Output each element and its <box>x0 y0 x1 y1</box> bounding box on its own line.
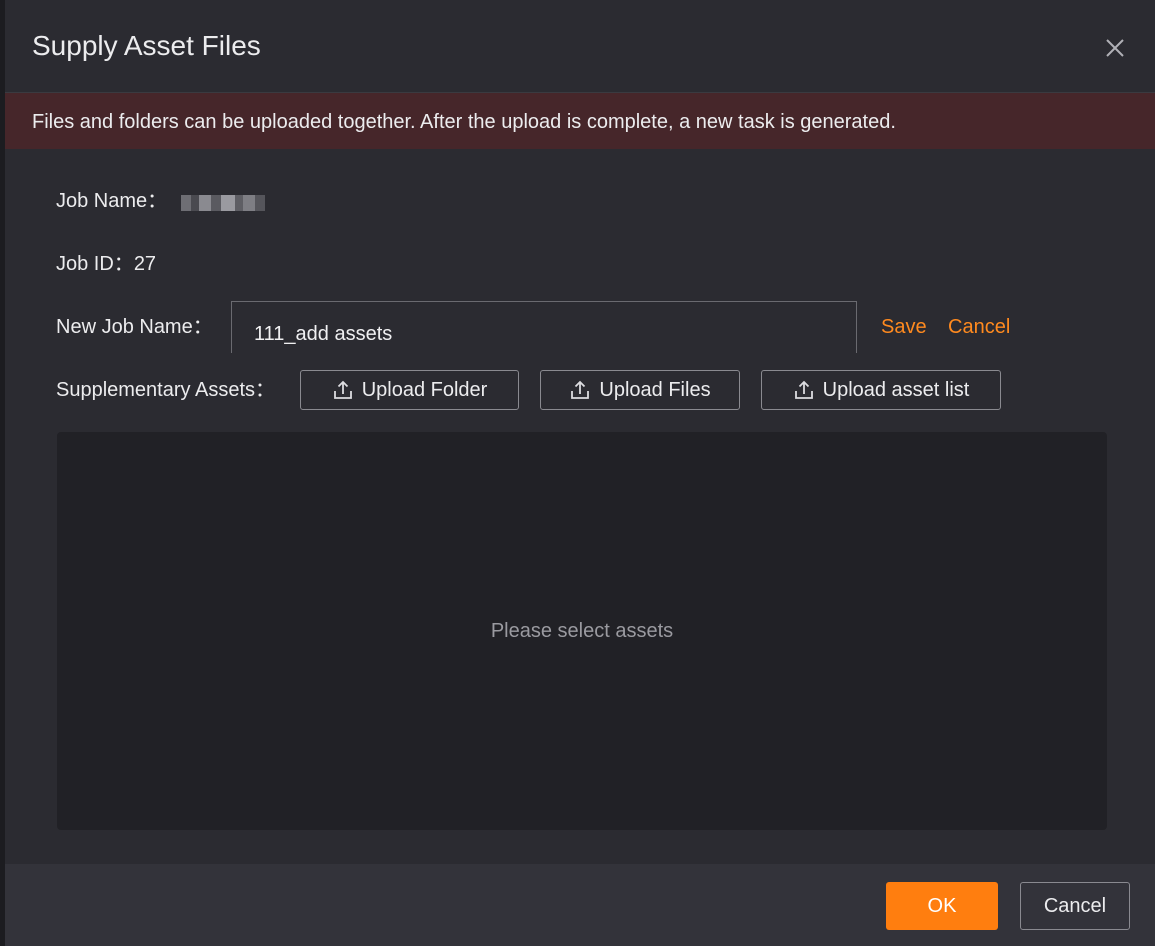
ok-button[interactable]: OK <box>886 882 998 930</box>
new-job-name-input[interactable] <box>232 302 856 353</box>
job-name-label: Job Name： <box>56 190 168 212</box>
job-id-value: 27 <box>133 253 157 275</box>
cancel-link[interactable]: Cancel <box>948 315 1010 339</box>
upload-folder-label: Upload Folder <box>361 378 488 401</box>
job-id-label-text: Job ID： <box>56 253 134 275</box>
upload-files-button[interactable]: Upload Files <box>540 370 740 410</box>
job-name-value-redacted <box>181 195 275 211</box>
upload-asset-list-button[interactable]: Upload asset list <box>761 370 1001 410</box>
upload-icon <box>571 380 590 399</box>
upload-icon <box>333 380 352 399</box>
close-icon[interactable] <box>1103 36 1127 60</box>
info-banner: Files and folders can be uploaded togeth… <box>5 93 1155 149</box>
asset-list-area: Please select assets <box>57 432 1107 830</box>
cancel-button[interactable]: Cancel <box>1020 882 1130 930</box>
upload-asset-list-label: Upload asset list <box>822 378 970 401</box>
job-id-label: Job ID：27 <box>56 252 156 276</box>
save-link[interactable]: Save <box>881 315 927 339</box>
info-banner-text: Files and folders can be uploaded togeth… <box>32 111 896 133</box>
new-job-name-label: New Job Name： <box>56 316 213 338</box>
upload-folder-button[interactable]: Upload Folder <box>300 370 519 410</box>
upload-icon <box>794 380 813 399</box>
dialog-footer: OK Cancel <box>5 864 1155 946</box>
dialog-header: Supply Asset Files <box>5 0 1155 93</box>
supplementary-assets-label: Supplementary Assets： <box>56 379 275 401</box>
supply-asset-files-dialog: Supply Asset Files Files and folders can… <box>5 0 1155 946</box>
upload-files-label: Upload Files <box>599 378 711 401</box>
empty-state-text: Please select assets <box>490 620 674 642</box>
dialog-title: Supply Asset Files <box>32 30 261 61</box>
new-job-name-field[interactable] <box>231 301 857 353</box>
